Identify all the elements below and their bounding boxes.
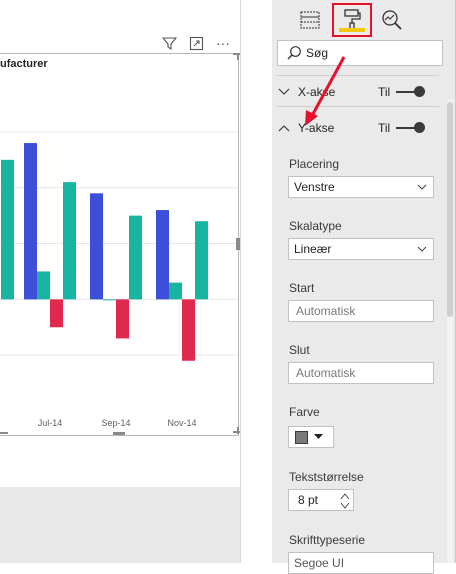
pane-tabs (290, 3, 412, 37)
text-size-label: Tekststørrelse (289, 470, 364, 484)
chart-bar[interactable] (90, 193, 103, 300)
chart-bar[interactable] (37, 271, 50, 300)
x-axis-label: X-akse (298, 85, 336, 99)
fields-icon (300, 11, 320, 29)
font-family-value: Segoe UI (294, 556, 345, 570)
tab-format[interactable] (332, 3, 372, 37)
text-size-value: 8 pt (298, 493, 319, 507)
scale-type-value: Lineær (294, 242, 332, 256)
chevron-down-icon (278, 88, 292, 96)
format-pane: Søg X-akse Til Y-akse Til Placering Vens… (272, 0, 455, 574)
end-label: Slut (289, 343, 310, 357)
filter-icon[interactable] (160, 34, 178, 52)
y-axis-toggle[interactable] (396, 122, 426, 134)
color-picker-button[interactable] (288, 426, 334, 448)
y-axis-label: Y-akse (298, 121, 335, 135)
search-box[interactable]: Søg (277, 40, 443, 66)
report-canvas: ··· ufacturer Jul-14 Sep-14 Nov-14 (0, 0, 241, 563)
x-axis-section-header[interactable]: X-akse Til (278, 79, 428, 105)
spin-arrows-icon[interactable] (340, 492, 350, 510)
resize-handle-bottom-right-v[interactable] (237, 427, 239, 434)
search-input[interactable]: Søg (306, 46, 328, 60)
chart-bar[interactable] (156, 210, 169, 300)
resize-handle-top-right-v[interactable] (237, 53, 239, 60)
x-axis-toggle-label: Til (378, 85, 391, 99)
chart-bar[interactable] (50, 299, 63, 328)
pane-gap (241, 0, 272, 563)
x-tick-label: Sep-14 (101, 418, 130, 428)
chart-bar[interactable] (1, 159, 14, 300)
end-input[interactable]: Automatisk (288, 362, 434, 384)
text-size-stepper[interactable]: 8 pt (288, 489, 354, 511)
chevron-up-icon (278, 124, 292, 132)
chart-bar[interactable] (129, 215, 142, 300)
chart-bar[interactable] (24, 143, 37, 300)
canvas-background (0, 487, 241, 563)
chart-svg: Jul-14 Sep-14 Nov-14 (0, 131, 238, 428)
color-label: Farve (289, 405, 320, 419)
more-options-icon[interactable]: ··· (214, 34, 232, 52)
separator (277, 106, 439, 107)
x-tick-label: Nov-14 (167, 418, 196, 428)
position-value: Venstre (294, 180, 335, 194)
separator (277, 75, 439, 76)
x-tick-label: Jul-14 (38, 418, 63, 428)
tab-analytics[interactable] (372, 3, 412, 37)
chart-bar[interactable] (182, 299, 195, 361)
y-axis-toggle-label: Til (378, 121, 391, 135)
font-family-label: Skrifttypeserie (289, 533, 366, 547)
tab-fields[interactable] (290, 3, 330, 37)
visual-header-toolbar: ··· (160, 33, 232, 53)
font-family-dropdown[interactable]: Segoe UI (288, 552, 434, 574)
selected-tab-underline (339, 28, 365, 32)
chevron-down-icon (417, 246, 427, 252)
chart-bar[interactable] (195, 221, 208, 300)
resize-handle-bottom-left[interactable] (113, 432, 125, 435)
y-axis-section-header[interactable]: Y-akse Til (278, 115, 428, 141)
chart-bar[interactable] (103, 299, 116, 301)
position-dropdown[interactable]: Venstre (288, 176, 434, 198)
color-swatch (295, 430, 308, 444)
caret-down-icon (314, 434, 323, 439)
scale-type-dropdown[interactable]: Lineær (288, 238, 434, 260)
scale-type-label: Skalatype (289, 219, 342, 233)
analytics-magnifier-icon (382, 10, 402, 30)
focus-mode-icon[interactable] (187, 34, 205, 52)
chart-bar[interactable] (169, 282, 182, 300)
chevron-down-icon (417, 184, 427, 190)
column-chart-visual[interactable]: ufacturer Jul-14 Sep-14 Nov-14 (0, 53, 239, 436)
search-icon (287, 46, 301, 60)
chart-bar[interactable] (116, 299, 129, 339)
chart-bar[interactable] (63, 182, 76, 300)
pane-scrollbar-thumb[interactable] (447, 102, 453, 317)
position-label: Placering (289, 157, 340, 171)
start-label: Start (289, 281, 315, 295)
resize-handle-bottom[interactable] (0, 432, 8, 434)
start-input[interactable]: Automatisk (288, 300, 434, 322)
x-axis-toggle[interactable] (396, 86, 426, 98)
